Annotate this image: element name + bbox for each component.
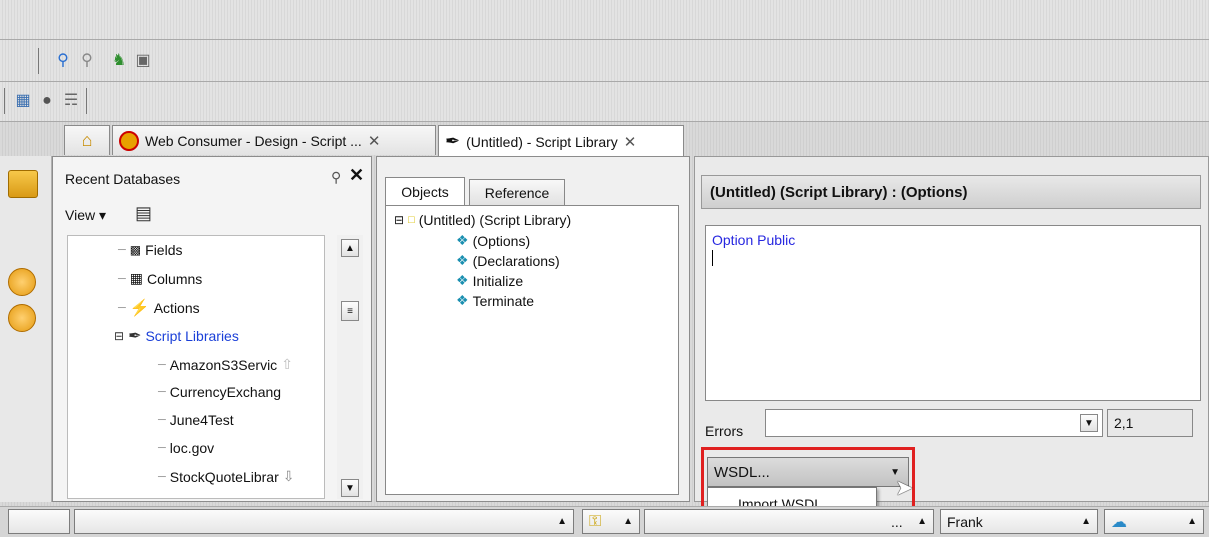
script-libraries-icon: ✒ bbox=[128, 328, 142, 345]
tree-item-actions[interactable]: ─ ⚡ Actions bbox=[118, 298, 200, 318]
home-icon: ⌂ bbox=[81, 130, 93, 150]
close-icon[interactable]: ✕ bbox=[368, 132, 381, 150]
script-icon: ❖ bbox=[456, 272, 469, 288]
tree-item-terminate[interactable]: ❖ Terminate bbox=[456, 292, 534, 309]
errors-label: Errors bbox=[705, 423, 744, 439]
tree-item-columns[interactable]: ─ ▦ Columns bbox=[118, 270, 202, 287]
recent-databases-panel: Recent Databases ⚲ ✕ View ▾ ▤ ─ ▩ Fields ─… bbox=[52, 156, 372, 502]
chevron-up-icon[interactable]: ▲ bbox=[1081, 516, 1091, 527]
bookmark-icon[interactable] bbox=[8, 170, 38, 198]
grid-icon[interactable]: ▦ bbox=[12, 90, 34, 112]
editor-panel: (Untitled) (Script Library) : (Options) … bbox=[694, 156, 1209, 531]
position-field: 2,1 bbox=[1107, 409, 1193, 437]
code-editor[interactable]: Option Public bbox=[705, 225, 1201, 401]
status-cell-replication[interactable]: ☁ ▲ bbox=[1104, 509, 1204, 534]
toolbar-row-2: ▦ ● ☴ bbox=[0, 82, 1209, 122]
menu-bar bbox=[0, 0, 1209, 40]
app-icon[interactable] bbox=[8, 268, 36, 296]
database-icon[interactable]: ▣ bbox=[132, 50, 154, 72]
tab-reference[interactable]: Reference bbox=[469, 179, 565, 205]
toolbar-separator bbox=[4, 88, 5, 114]
connect-icon[interactable]: ☴ bbox=[60, 90, 82, 112]
editor-header: (Untitled) (Script Library) : (Options) bbox=[701, 175, 1201, 209]
code-line: Option Public bbox=[712, 232, 796, 248]
tree-item-script-libraries[interactable]: ⊟ ✒ Script Libraries bbox=[114, 326, 239, 346]
tree-item-options[interactable]: ❖ (Options) bbox=[456, 232, 530, 249]
arrow-up-icon: ⇧ bbox=[281, 356, 293, 372]
fields-icon: ▩ bbox=[129, 243, 142, 257]
key-icon: ⚿ bbox=[589, 512, 602, 530]
script-icon: ❖ bbox=[456, 232, 469, 248]
search-icon[interactable]: ⚲ bbox=[52, 50, 74, 72]
mouse-pointer-icon: ➤ bbox=[895, 475, 914, 500]
errors-dropdown[interactable]: ▼ bbox=[765, 409, 1103, 437]
close-icon[interactable]: ✕ bbox=[349, 165, 364, 186]
script-library-icon: ✒ bbox=[445, 131, 461, 151]
toolbar-separator bbox=[38, 48, 39, 74]
tab-objects[interactable]: Objects bbox=[385, 177, 465, 205]
tree-item-library[interactable]: ─ June4Test bbox=[158, 412, 234, 428]
chevron-up-icon[interactable]: ▲ bbox=[1187, 516, 1197, 527]
tab-web-consumer[interactable]: Web Consumer - Design - Script ... ✕ bbox=[112, 125, 436, 155]
tree-item-library[interactable]: ─ StockQuoteLibrar ⇩ bbox=[158, 468, 294, 485]
script-icon: ❖ bbox=[456, 252, 469, 268]
tree-root[interactable]: ⊟ □ (Untitled) (Script Library) bbox=[394, 212, 571, 228]
columns-icon: ▦ bbox=[129, 270, 144, 286]
toolbar-row-1: ⚲ ⚲ ♞ ▣ bbox=[0, 40, 1209, 82]
chevron-up-icon[interactable]: ▲ bbox=[623, 516, 633, 527]
scroll-down-button[interactable]: ▼ bbox=[341, 479, 359, 497]
tree-item-declarations[interactable]: ❖ (Declarations) bbox=[456, 252, 560, 269]
toolbar-separator bbox=[86, 88, 87, 114]
search-alt-icon[interactable]: ⚲ bbox=[76, 50, 98, 72]
tree-item-library[interactable]: ─ loc.gov bbox=[158, 440, 214, 456]
tree-item-initialize[interactable]: ❖ Initialize bbox=[456, 272, 523, 289]
tab-script-library[interactable]: ✒ (Untitled) - Script Library ✕ bbox=[438, 125, 684, 157]
close-icon[interactable]: ✕ bbox=[624, 133, 637, 151]
bookmark-rail bbox=[0, 156, 52, 502]
pin-icon[interactable]: ⚲ bbox=[331, 169, 341, 186]
chevron-up-icon[interactable]: ▲ bbox=[917, 516, 927, 527]
tree-item-fields[interactable]: ─ ▩ Fields bbox=[118, 242, 183, 258]
status-cell-user[interactable]: Frank ▲ bbox=[940, 509, 1098, 534]
actions-icon: ⚡ bbox=[129, 300, 150, 317]
tab-home[interactable]: ⌂ bbox=[64, 125, 110, 155]
tree-item-library[interactable]: ─ CurrencyExchang bbox=[158, 384, 281, 400]
replication-icon: ☁ bbox=[1111, 513, 1127, 531]
chevron-down-icon[interactable]: ▼ bbox=[1080, 414, 1098, 432]
tree-scrollbar[interactable]: ▲ ≡ ▼ bbox=[337, 235, 363, 499]
objects-panel: Objects Reference ⊟ □ (Untitled) (Script L… bbox=[376, 156, 690, 502]
script-icon: ❖ bbox=[456, 292, 469, 308]
status-cell-location[interactable]: ... ▲ bbox=[644, 509, 934, 534]
text-cursor bbox=[712, 250, 713, 266]
status-cell-empty bbox=[8, 509, 70, 534]
status-cell-message[interactable]: ▲ bbox=[74, 509, 574, 534]
wsdl-dropdown[interactable]: WSDL... ▼ bbox=[707, 457, 909, 487]
chevron-up-icon[interactable]: ▲ bbox=[557, 516, 567, 527]
library-icon: □ bbox=[408, 214, 415, 226]
collapse-icon[interactable]: ⊟ bbox=[394, 213, 404, 227]
status-cell-security[interactable]: ⚿ ▲ bbox=[582, 509, 640, 534]
globe-icon[interactable]: ● bbox=[36, 90, 58, 112]
tab-label: Web Consumer - Design - Script ... bbox=[145, 132, 362, 149]
contacts-icon[interactable] bbox=[8, 304, 36, 332]
tree-item-library[interactable]: ─ AmazonS3Servic ⇧ bbox=[158, 356, 293, 373]
app-logo-icon bbox=[119, 130, 139, 151]
tree-view: ─ ▩ Fields ─ ▦ Columns ─ ⚡ Actions ⊟ ✒ Script Li… bbox=[67, 235, 325, 499]
tab-label: (Untitled) - Script Library bbox=[466, 133, 618, 150]
panel-title: Recent Databases bbox=[65, 171, 181, 187]
collapse-icon[interactable]: ⊟ bbox=[114, 329, 124, 343]
objects-tree: ⊟ □ (Untitled) (Script Library) ❖ (Options)… bbox=[385, 205, 679, 495]
arrow-down-icon: ⇩ bbox=[282, 468, 295, 484]
view-menu[interactable]: View ▾ bbox=[65, 207, 106, 224]
scroll-thumb[interactable]: ≡ bbox=[341, 301, 359, 321]
add-users-icon[interactable]: ♞ bbox=[108, 50, 130, 72]
new-folder-icon[interactable]: ▤ bbox=[135, 203, 152, 224]
scroll-up-button[interactable]: ▲ bbox=[341, 239, 359, 257]
